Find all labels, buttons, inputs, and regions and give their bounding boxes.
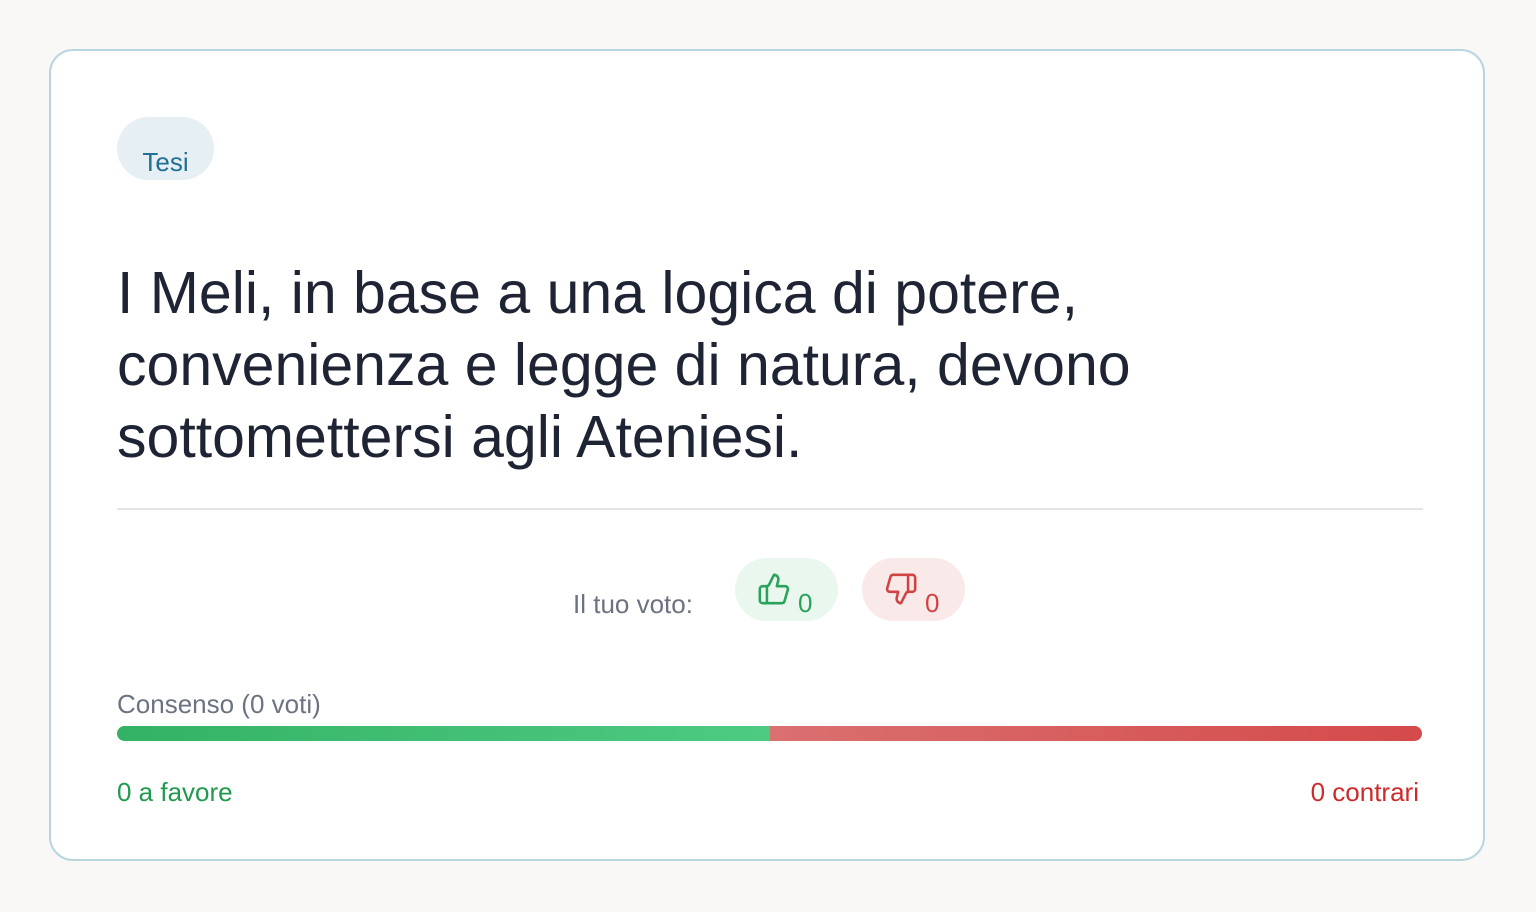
consensus-label: Consenso (0 voti) [117, 689, 321, 719]
vote-up-button[interactable]: 0 [735, 558, 838, 621]
thesis-tag: Tesi [117, 117, 214, 180]
consensus-bar-against [769, 726, 1422, 741]
divider [117, 508, 1423, 510]
vote-up-count: 0 [798, 588, 813, 618]
thumbs-down-icon [885, 573, 917, 605]
vote-down-count: 0 [925, 588, 940, 618]
thesis-card: Tesi I Meli, in base a una logica di pot… [49, 49, 1485, 861]
against-count-text: 0 contrari [1310, 777, 1419, 807]
consensus-bar-favor [117, 726, 770, 741]
vote-down-button[interactable]: 0 [862, 558, 965, 621]
thesis-statement: I Meli, in base a una logica di potere, … [117, 260, 1131, 470]
consensus-bar [117, 726, 1422, 741]
vote-label: Il tuo voto: [573, 589, 693, 619]
thumbs-up-icon [758, 573, 790, 605]
favor-count-text: 0 a favore [117, 777, 233, 807]
